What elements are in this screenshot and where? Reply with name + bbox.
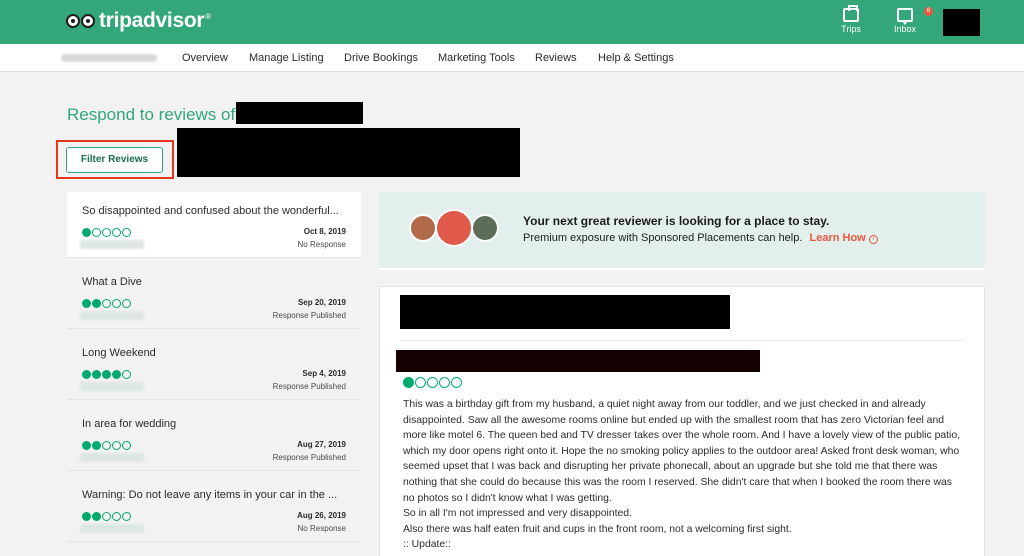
reviewer-name-blurred [80, 240, 144, 249]
review-list-item[interactable]: So disappointed and confused about the w… [67, 192, 361, 258]
reviewer-name-blurred [80, 382, 144, 391]
trips-label: Trips [841, 24, 861, 34]
review-status: Response Published [272, 453, 346, 462]
review-status: Response Published [272, 311, 346, 320]
promo-subtitle-text: Premium exposure with Sponsored Placemen… [523, 232, 803, 244]
rating-bubbles [82, 228, 132, 237]
review-status: Response Published [272, 382, 346, 391]
reviewer-avatar [435, 209, 473, 247]
avatar[interactable] [943, 9, 980, 36]
review-body: This was a birthday gift from my husband… [403, 399, 960, 551]
promo-subtitle: Premium exposure with Sponsored Placemen… [523, 232, 878, 244]
redacted-header [400, 295, 730, 329]
promo-title: Your next great reviewer is looking for … [523, 214, 830, 228]
arrow-circle-icon: › [868, 235, 878, 244]
review-list-item[interactable]: What a Dive Sep 20, 2019 Response Publis… [67, 263, 361, 329]
property-name-blurred [61, 54, 157, 62]
inbox-button[interactable]: 6 Inbox [885, 7, 933, 34]
review-title: In area for wedding [82, 418, 177, 430]
reviewer-avatar [471, 214, 499, 242]
rating-bubbles [82, 441, 132, 450]
message-icon: 6 [897, 7, 933, 25]
tripadvisor-logo[interactable]: tripadvisor ® [66, 9, 211, 33]
review-title: Long Weekend [82, 347, 156, 359]
inbox-badge: 6 [924, 7, 933, 16]
review-status: No Response [297, 240, 346, 249]
redacted-property-name [236, 102, 363, 124]
divider [400, 340, 963, 341]
suitcase-icon [843, 5, 859, 22]
review-list-item[interactable]: Long Weekend Sep 4, 2019 Response Publis… [67, 334, 361, 400]
redacted-block [177, 128, 520, 177]
rating-bubbles [82, 512, 132, 521]
learn-how-label: Learn How [809, 232, 866, 244]
sponsored-placements-banner: Your next great reviewer is looking for … [379, 192, 985, 270]
nav-manage-listing[interactable]: Manage Listing [249, 52, 324, 64]
review-list-item[interactable]: Warning: Do not leave any items in your … [67, 476, 361, 542]
reviewer-name-blurred [80, 311, 144, 320]
reviewer-name-blurred [80, 524, 144, 533]
review-date: Aug 27, 2019 [297, 440, 346, 449]
learn-how-link[interactable]: Learn How › [809, 232, 878, 244]
owl-logo-icon [66, 14, 96, 28]
reviewer-avatar [409, 214, 437, 242]
nav-overview[interactable]: Overview [182, 52, 228, 64]
review-status: No Response [297, 524, 346, 533]
review-title: What a Dive [82, 276, 142, 288]
inbox-label: Inbox [893, 24, 917, 34]
property-nav: Overview Manage Listing Drive Bookings M… [0, 44, 1024, 72]
nav-reviews[interactable]: Reviews [535, 52, 577, 64]
registered-mark: ® [205, 11, 212, 21]
review-title: So disappointed and confused about the w… [82, 205, 339, 217]
review-title: Warning: Do not leave any items in your … [82, 489, 338, 501]
review-date: Aug 26, 2019 [297, 511, 346, 520]
top-header: tripadvisor ® Trips 6 Inbox [0, 0, 1024, 44]
page-title: Respond to reviews of [67, 105, 236, 124]
reviewer-name-blurred [80, 453, 144, 462]
logo-text: tripadvisor [99, 9, 205, 32]
nav-help-settings[interactable]: Help & Settings [598, 52, 674, 64]
rating-bubbles [82, 370, 132, 379]
review-list-item[interactable]: In area for wedding Aug 27, 2019 Respons… [67, 405, 361, 471]
review-date: Sep 4, 2019 [302, 369, 346, 378]
redacted-review-title [396, 350, 760, 372]
rating-bubbles [403, 377, 463, 388]
nav-marketing-tools[interactable]: Marketing Tools [438, 52, 515, 64]
trips-button[interactable]: Trips [831, 5, 871, 34]
filter-reviews-button[interactable]: Filter Reviews [66, 147, 163, 173]
rating-bubbles [82, 299, 132, 308]
review-date: Sep 20, 2019 [297, 298, 346, 307]
review-date: Oct 8, 2019 [303, 227, 346, 236]
nav-drive-bookings[interactable]: Drive Bookings [344, 52, 418, 64]
review-detail-card: This was a birthday gift from my husband… [379, 286, 985, 556]
